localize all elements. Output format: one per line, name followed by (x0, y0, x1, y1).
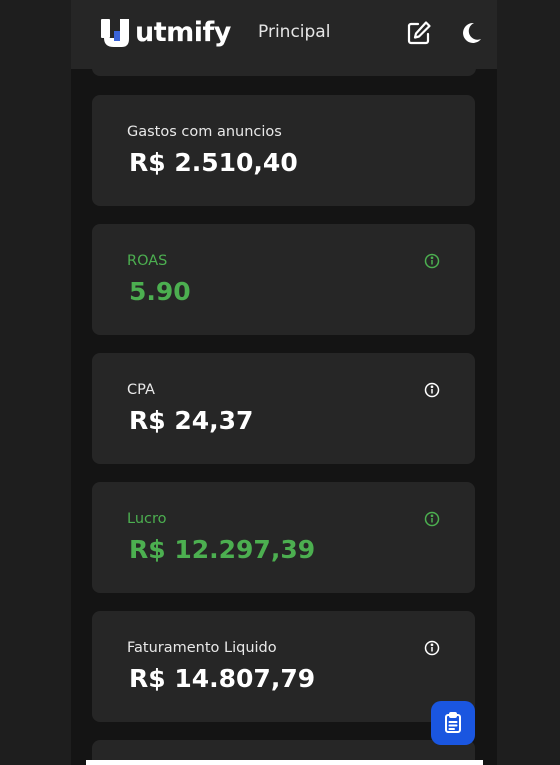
metric-value: R$ 2.510,40 (129, 148, 298, 177)
logo-text: utmify (135, 17, 231, 48)
metric-value: 5.90 (129, 277, 191, 306)
page-title[interactable]: Principal (258, 22, 330, 42)
metric-label: ROAS (127, 253, 168, 269)
metric-label: Gastos com anuncios (127, 124, 282, 140)
metric-value: R$ 24,37 (129, 406, 254, 435)
utmify-logo-icon (101, 19, 129, 47)
metric-card-cpa: CPA R$ 24,37 (92, 353, 475, 464)
app-container: utmify Principal Gastos com anuncios R$ … (71, 0, 497, 765)
clipboard-icon (445, 712, 461, 733)
home-indicator[interactable] (86, 760, 483, 765)
metric-card-roas: ROAS 5.90 (92, 224, 475, 335)
top-navigation-bar: utmify Principal (71, 0, 497, 69)
metric-label: Faturamento Liquido (127, 640, 277, 656)
metric-value: R$ 12.297,39 (129, 535, 316, 564)
info-icon[interactable] (424, 511, 440, 527)
theme-toggle-button[interactable] (457, 19, 485, 47)
metric-card-profit: Lucro R$ 12.297,39 (92, 482, 475, 593)
metric-label: CPA (127, 382, 155, 398)
edit-icon (407, 21, 431, 45)
metric-card-ad-spend: Gastos com anuncios R$ 2.510,40 (92, 95, 475, 206)
previous-card (92, 60, 476, 76)
metric-card-net-revenue: Faturamento Liquido R$ 14.807,79 (92, 611, 475, 722)
clipboard-button[interactable] (431, 701, 475, 745)
info-icon[interactable] (424, 640, 440, 656)
info-icon[interactable] (424, 253, 440, 269)
left-margin (0, 0, 71, 765)
info-icon[interactable] (424, 382, 440, 398)
moon-icon (463, 22, 481, 43)
right-margin (497, 0, 560, 765)
edit-button[interactable] (405, 19, 433, 47)
utmify-logo[interactable]: utmify (100, 16, 231, 50)
metric-value: R$ 14.807,79 (129, 664, 316, 693)
metric-label: Lucro (127, 511, 167, 527)
